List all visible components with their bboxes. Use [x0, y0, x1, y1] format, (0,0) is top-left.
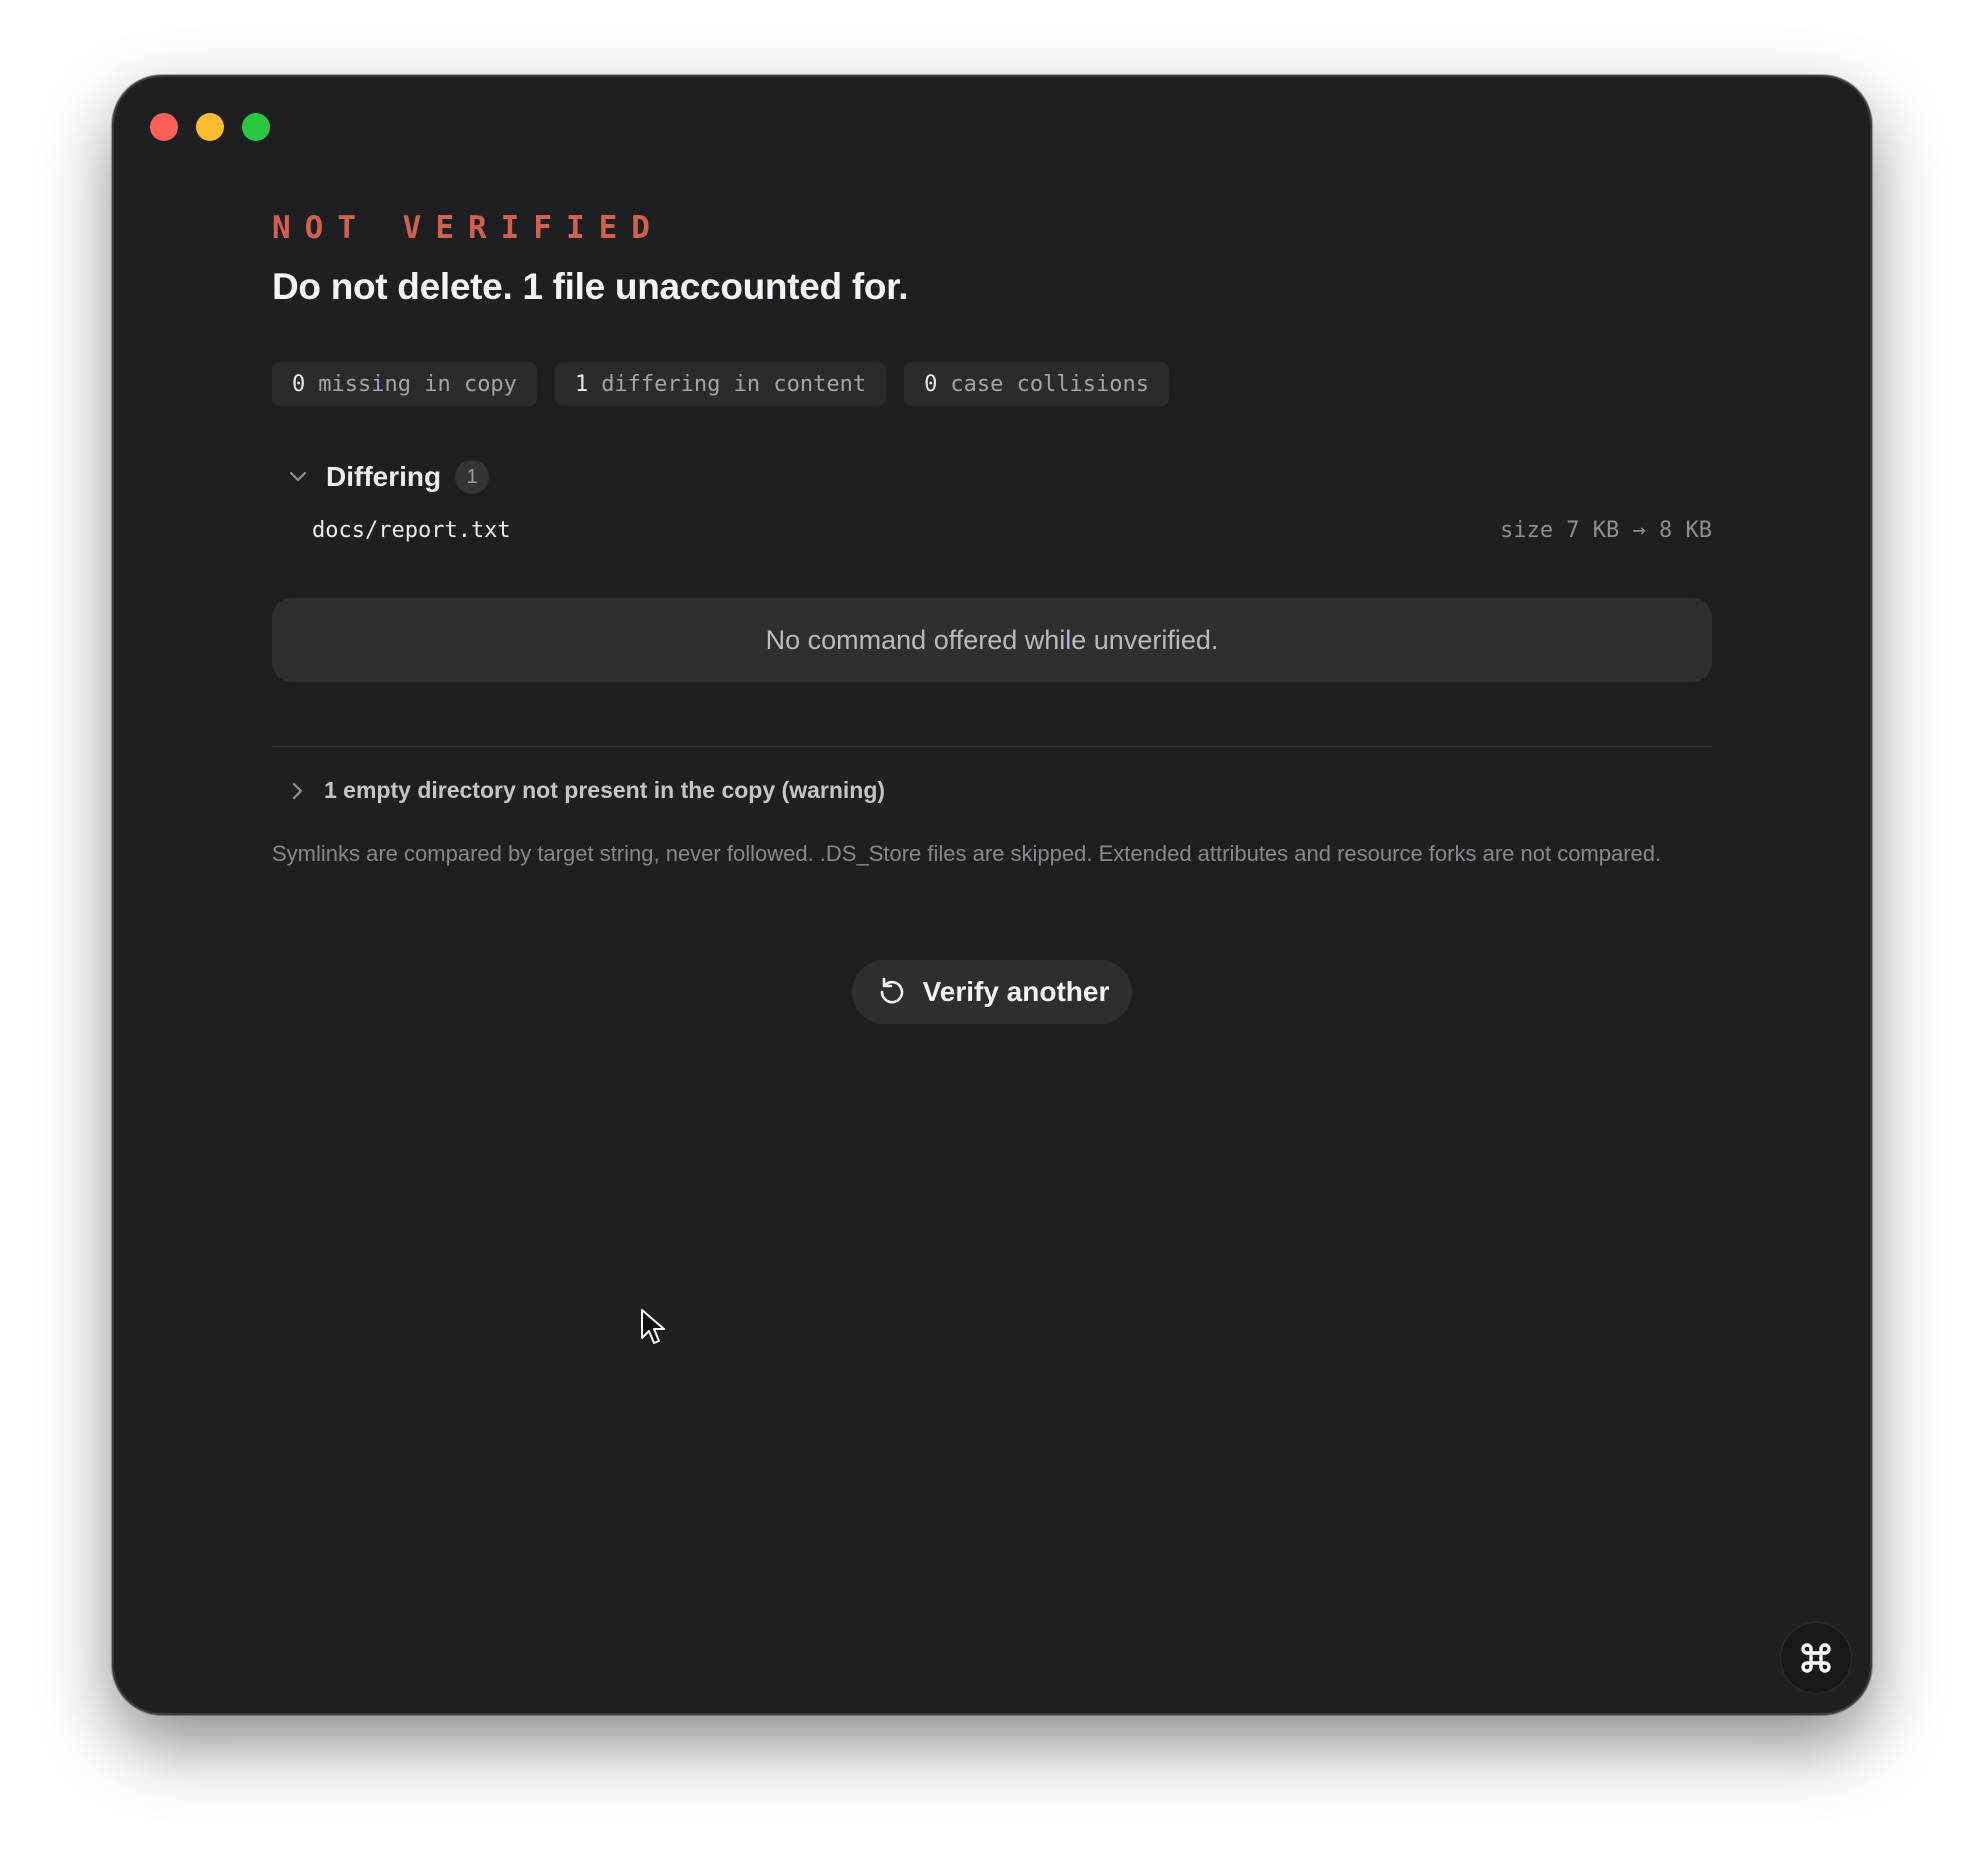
warning-text: 1 empty directory not present in the cop… [324, 777, 886, 803]
footnote: Symlinks are compared by target string, … [272, 841, 1662, 866]
file-row[interactable]: docs/report.txt size 7 KB → 8 KB [312, 518, 1712, 548]
file-path: docs/report.txt [312, 518, 511, 543]
divider [272, 746, 1712, 747]
command-notice: No command offered while unverified. [272, 598, 1712, 682]
collisions-count-chip: 0 case collisions [904, 362, 1170, 406]
differing-section-toggle[interactable]: Differing 1 [284, 460, 490, 494]
section-title: Differing [326, 461, 442, 492]
command-icon [1801, 1643, 1831, 1673]
chip-label: case collisions [950, 371, 1150, 397]
close-window-button[interactable] [150, 113, 178, 141]
chip-label: differing in content [601, 371, 867, 397]
refresh-icon [880, 977, 903, 1004]
chip-label: missing in copy [318, 371, 517, 397]
maximize-window-button[interactable] [242, 113, 270, 141]
verify-another-button[interactable]: Verify another [852, 960, 1132, 1024]
chip-count: 1 [574, 371, 589, 397]
chip-count: 0 [924, 371, 938, 397]
missing-count-chip: 0 missing in copy [272, 362, 537, 406]
count-badge: 1 [455, 460, 490, 494]
command-button[interactable] [1780, 1622, 1852, 1694]
mouse-cursor-icon [641, 1309, 665, 1344]
chip-count: 0 [292, 371, 306, 397]
status-label: NOT VERIFIED [272, 210, 664, 246]
differing-count-chip: 1 differing in content [554, 362, 887, 406]
window-controls [150, 113, 270, 141]
file-size-change: size 7 KB → 8 KB [1500, 518, 1712, 543]
page-title: Do not delete. 1 file unaccounted for. [272, 266, 909, 307]
chevron-right-icon [292, 782, 303, 799]
minimize-window-button[interactable] [196, 113, 224, 141]
app-window [112, 75, 1872, 1715]
warning-toggle[interactable]: 1 empty directory not present in the cop… [284, 777, 885, 804]
button-label: Verify another [922, 976, 1110, 1007]
chevron-down-icon [289, 471, 307, 482]
summary-chips: 0 missing in copy 1 differing in content… [272, 362, 1170, 406]
